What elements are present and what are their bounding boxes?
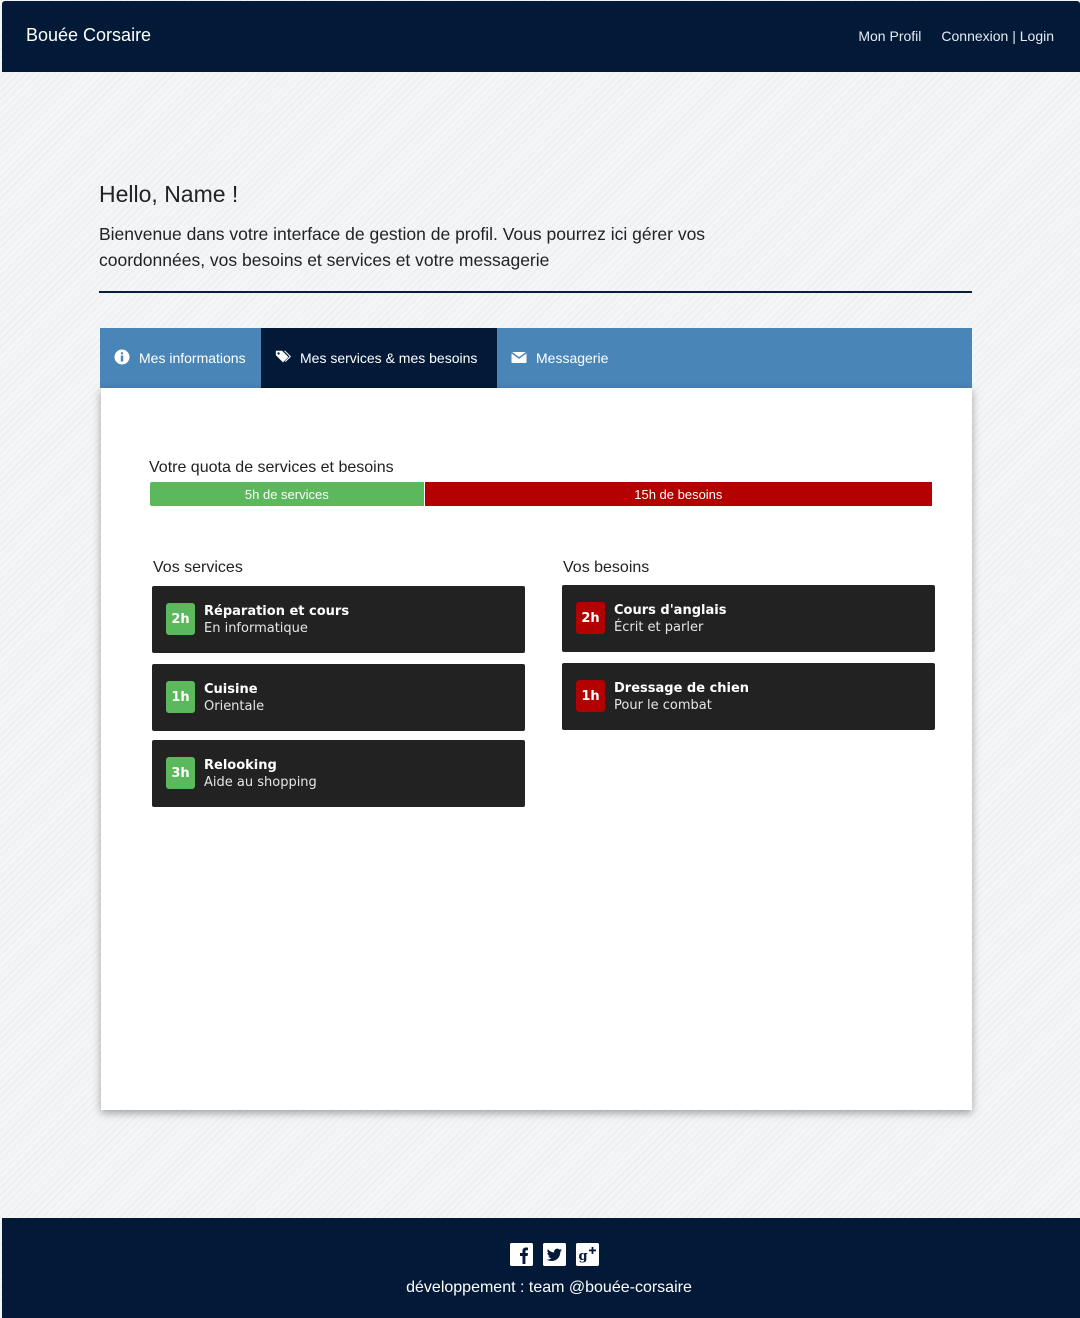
tab-label: Mes services & mes besoins (300, 350, 478, 366)
twitter-icon[interactable] (543, 1243, 566, 1266)
card-title: Cuisine (204, 682, 258, 697)
service-card[interactable]: 2h Réparation et cours En informatique (152, 586, 525, 653)
quota-progress-bar: 5h de services 15h de besoins (150, 482, 932, 506)
besoin-card[interactable]: 2h Cours d'anglais Écrit et parler (562, 585, 935, 652)
card-subtitle: Pour le combat (614, 698, 712, 713)
tags-icon (275, 349, 291, 368)
services-besoins-panel: Votre quota de services et besoins 5h de… (101, 388, 972, 1110)
tab-messagerie[interactable]: Messagerie (497, 328, 622, 388)
nav-link-login[interactable]: Connexion | Login (941, 28, 1054, 44)
hours-badge: 2h (576, 602, 605, 634)
card-title: Cours d'anglais (614, 603, 727, 618)
page-greeting: Hello, Name ! (99, 181, 239, 207)
social-links: g (510, 1243, 599, 1266)
quota-title: Votre quota de services et besoins (149, 459, 394, 476)
info-circle-icon (114, 349, 130, 368)
quota-besoins-segment: 15h de besoins (423, 482, 932, 506)
quota-services-segment: 5h de services (150, 482, 424, 506)
profile-tabs: Mes informations Mes services & mes beso… (100, 328, 972, 388)
card-subtitle: Aide au shopping (204, 775, 317, 790)
service-card[interactable]: 3h Relooking Aide au shopping (152, 740, 525, 807)
services-column-title: Vos services (153, 559, 243, 576)
facebook-icon[interactable] (510, 1243, 533, 1266)
tab-mes-informations[interactable]: Mes informations (100, 328, 261, 388)
nav-link-mon-profil[interactable]: Mon Profil (858, 28, 921, 44)
tab-mes-services-besoins[interactable]: Mes services & mes besoins (261, 328, 497, 388)
besoins-column-title: Vos besoins (563, 559, 650, 576)
card-subtitle: Écrit et parler (614, 620, 704, 635)
svg-text:g: g (579, 1249, 588, 1264)
hours-badge: 1h (166, 681, 195, 713)
tab-label: Mes informations (139, 350, 246, 366)
brand-logo-text[interactable]: Bouée Corsaire (26, 25, 151, 46)
tab-label: Messagerie (536, 350, 609, 366)
envelope-icon (511, 349, 527, 368)
hours-badge: 2h (166, 603, 195, 635)
card-title: Dressage de chien (614, 681, 750, 696)
footer-credit-text: développement : team @bouée-corsaire (406, 1279, 692, 1296)
card-title: Relooking (204, 758, 277, 773)
header-divider (99, 291, 972, 293)
nav-links: Mon Profil Connexion | Login (858, 28, 1054, 44)
service-card[interactable]: 1h Cuisine Orientale (152, 664, 525, 731)
intro-text: Bienvenue dans votre interface de gestio… (99, 224, 706, 270)
card-subtitle: Orientale (204, 699, 265, 714)
card-title: Réparation et cours (204, 604, 350, 619)
top-navbar: Bouée Corsaire Mon Profil Connexion | Lo… (2, 1, 1080, 72)
page-footer: g développement : team @bouée-corsaire (2, 1218, 1080, 1318)
google-plus-icon[interactable]: g (576, 1243, 599, 1266)
besoin-card[interactable]: 1h Dressage de chien Pour le combat (562, 663, 935, 730)
hours-badge: 1h (576, 680, 605, 712)
card-subtitle: En informatique (204, 621, 308, 636)
hours-badge: 3h (166, 757, 195, 789)
